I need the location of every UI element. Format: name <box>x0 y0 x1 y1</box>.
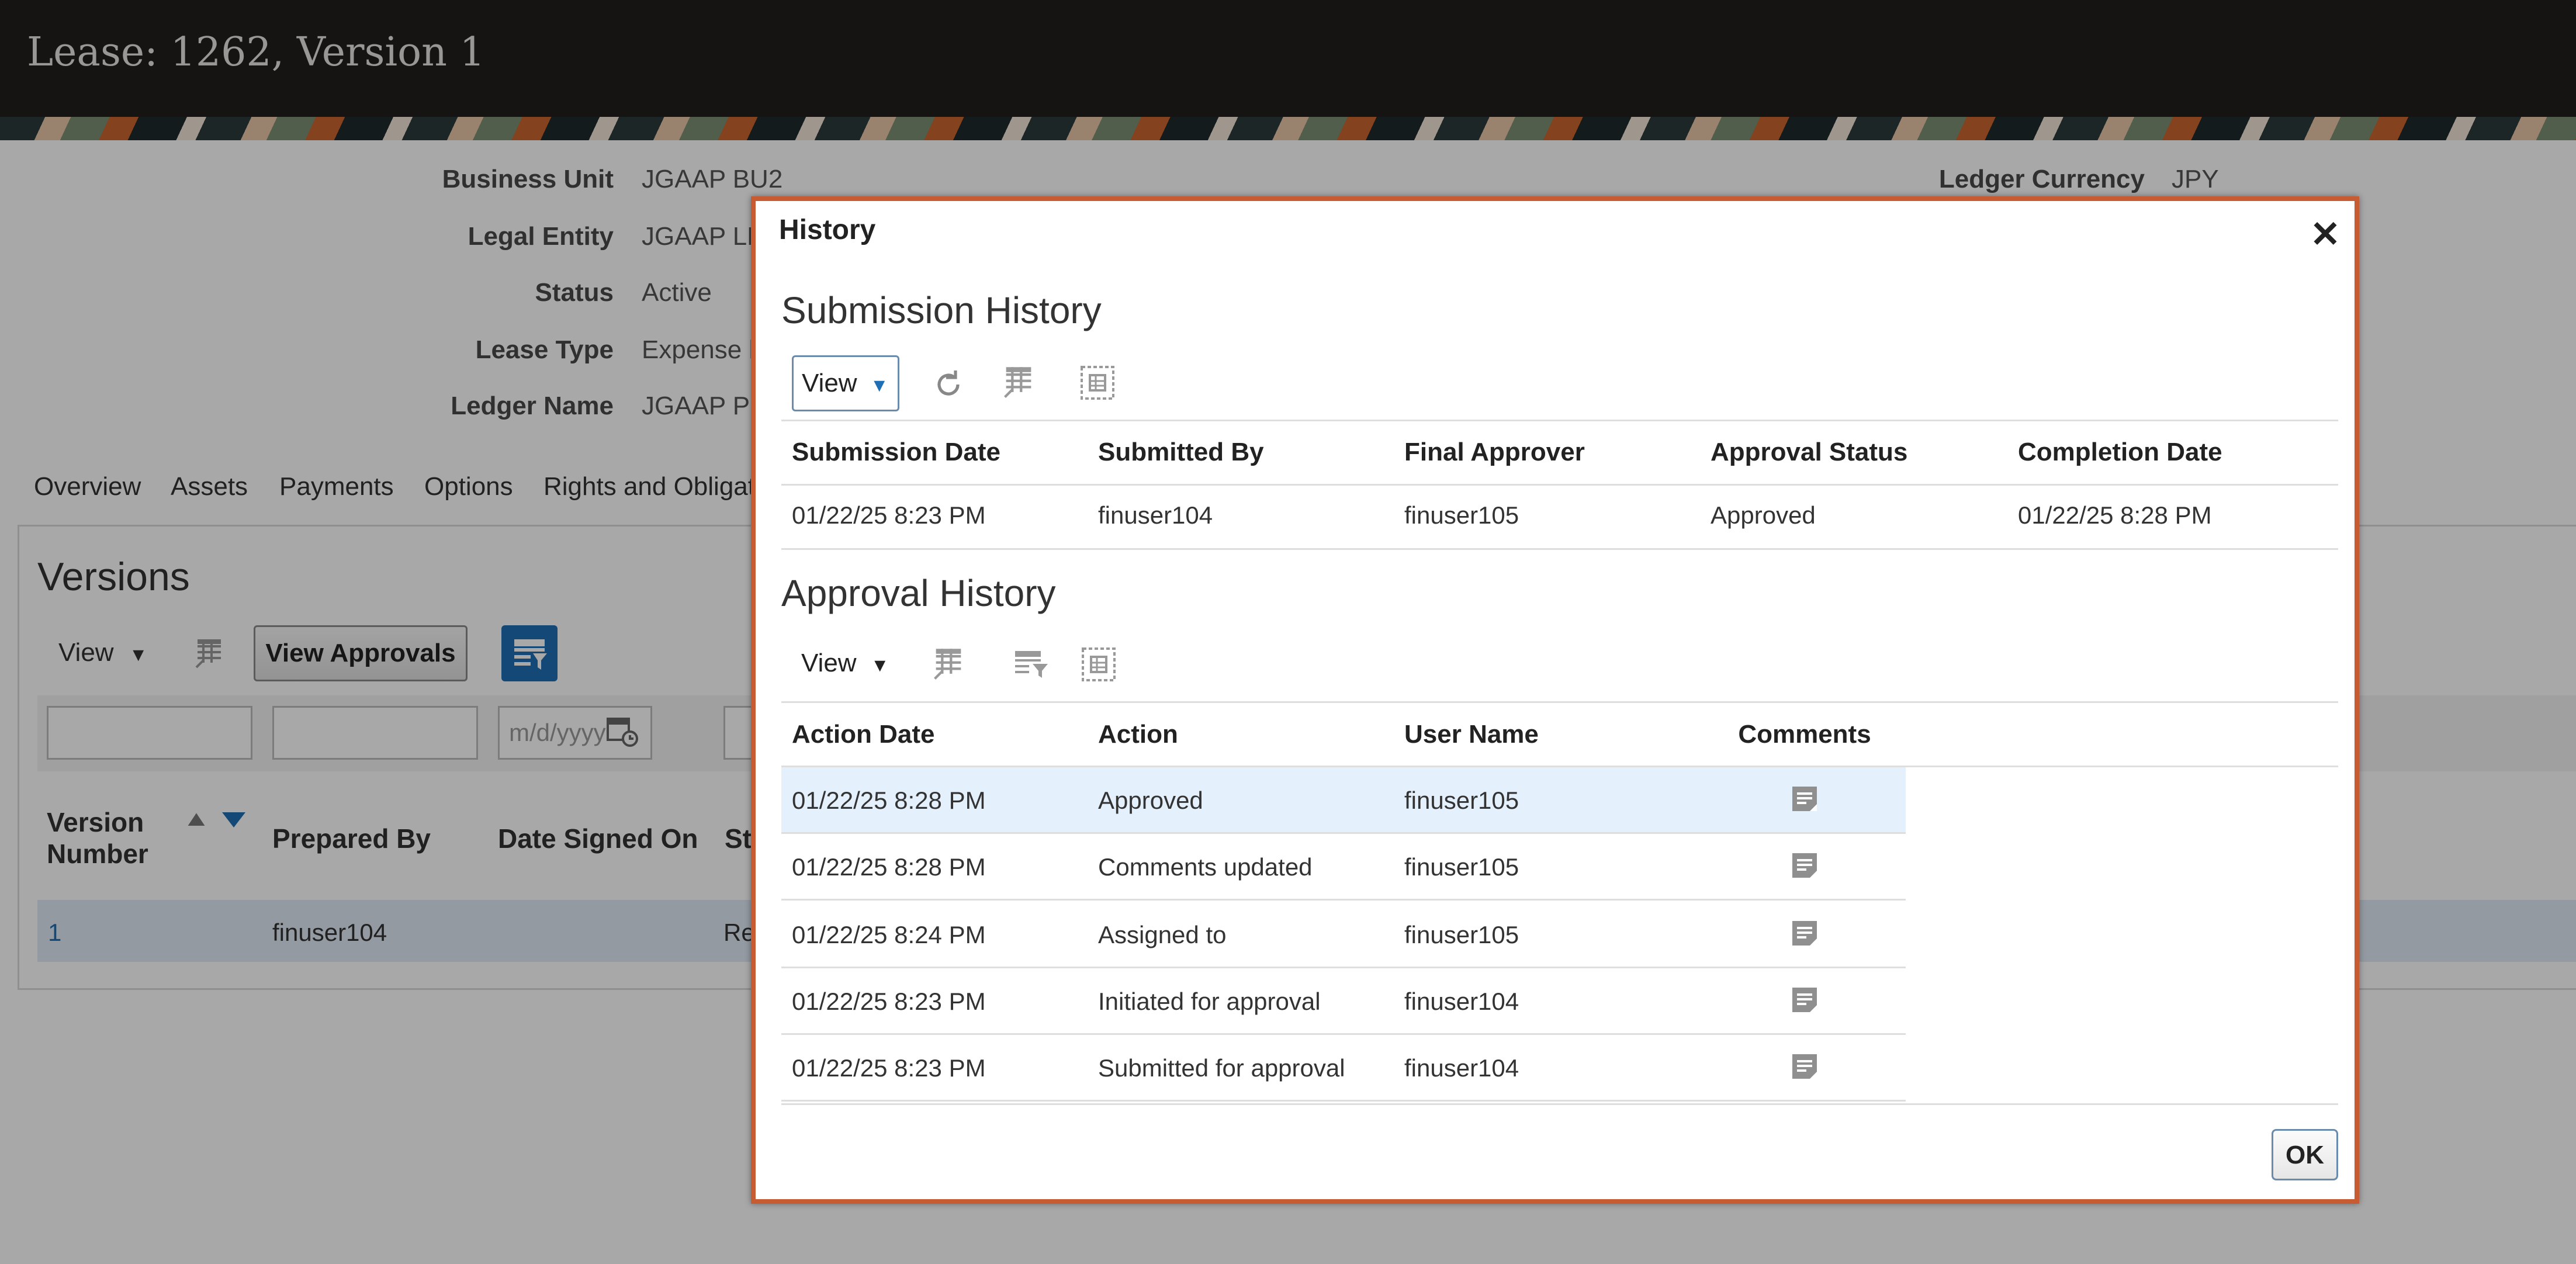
approval-view-menu[interactable]: View ▼ <box>801 649 889 678</box>
column-approval-status[interactable]: Approval Status <box>1711 438 1907 467</box>
chevron-down-icon: ▼ <box>870 375 889 396</box>
submission-view-menu[interactable]: View ▼ <box>792 355 899 411</box>
dialog-title: History <box>779 214 876 245</box>
approval-view-label: View <box>801 649 857 677</box>
divider <box>781 701 2338 703</box>
detach-icon[interactable] <box>1079 365 1116 401</box>
final-approver-cell: finuser105 <box>1404 501 1519 529</box>
comment-icon[interactable] <box>1790 919 1819 951</box>
refresh-icon[interactable] <box>931 367 966 402</box>
column-action-date[interactable]: Action Date <box>792 720 934 749</box>
action-date-cell: 01/22/25 8:28 PM <box>792 853 986 881</box>
action-cell: Submitted for approval <box>1098 1054 1345 1082</box>
submission-date-cell: 01/22/25 8:23 PM <box>792 501 986 529</box>
column-final-approver[interactable]: Final Approver <box>1404 438 1585 467</box>
action-date-cell: 01/22/25 8:23 PM <box>792 1054 986 1082</box>
column-comments[interactable]: Comments <box>1732 720 1878 749</box>
divider <box>781 548 2338 550</box>
ok-button[interactable]: OK <box>2272 1129 2338 1180</box>
column-action[interactable]: Action <box>1098 720 1178 749</box>
close-icon[interactable]: ✕ <box>2310 213 2340 255</box>
action-date-cell: 01/22/25 8:24 PM <box>792 921 986 948</box>
action-date-cell: 01/22/25 8:28 PM <box>792 787 986 814</box>
column-submitted-by[interactable]: Submitted By <box>1098 438 1264 467</box>
freeze-columns-icon[interactable] <box>1001 365 1036 402</box>
action-cell: Approved <box>1098 787 1203 814</box>
user-name-cell: finuser105 <box>1404 921 1519 948</box>
history-dialog: History ✕ Submission History View ▼ Subm… <box>751 196 2359 1204</box>
submitted-by-cell: finuser104 <box>1098 501 1213 529</box>
comment-icon[interactable] <box>1790 1052 1819 1084</box>
column-submission-date[interactable]: Submission Date <box>792 438 1000 467</box>
action-cell: Assigned to <box>1098 921 1227 948</box>
user-name-cell: finuser105 <box>1404 787 1519 814</box>
user-name-cell: finuser104 <box>1404 1054 1519 1082</box>
column-user-name[interactable]: User Name <box>1404 720 1539 749</box>
approval-status-cell: Approved <box>1711 501 1816 529</box>
user-name-cell: finuser104 <box>1404 988 1519 1015</box>
comment-icon[interactable] <box>1790 851 1819 883</box>
action-date-cell: 01/22/25 8:23 PM <box>792 988 986 1015</box>
user-name-cell: finuser105 <box>1404 853 1519 881</box>
comment-icon[interactable] <box>1790 784 1819 816</box>
completion-date-cell: 01/22/25 8:28 PM <box>2018 501 2212 529</box>
approval-history-title: Approval History <box>781 572 1056 614</box>
divider <box>781 1103 2338 1105</box>
filter-table-icon[interactable] <box>1013 646 1050 681</box>
freeze-columns-icon[interactable] <box>931 646 966 684</box>
action-cell: Comments updated <box>1098 853 1313 881</box>
action-cell: Initiated for approval <box>1098 988 1321 1015</box>
submission-view-label: View <box>802 369 857 397</box>
chevron-down-icon: ▼ <box>870 654 889 676</box>
submission-history-title: Submission History <box>781 289 1102 331</box>
comment-icon[interactable] <box>1790 985 1819 1017</box>
detach-icon[interactable] <box>1081 646 1117 683</box>
divider <box>781 1100 1906 1102</box>
column-completion-date[interactable]: Completion Date <box>2018 438 2222 467</box>
divider <box>781 420 2338 421</box>
